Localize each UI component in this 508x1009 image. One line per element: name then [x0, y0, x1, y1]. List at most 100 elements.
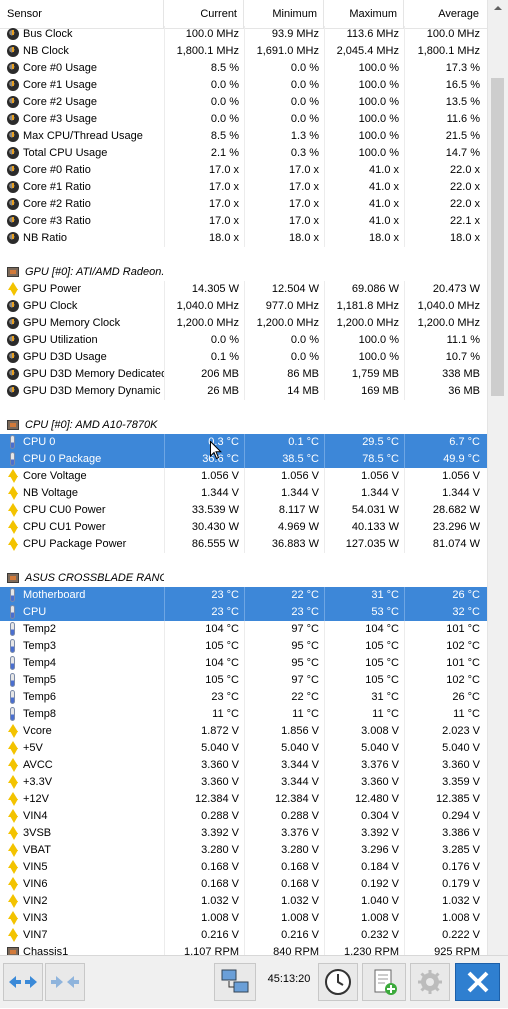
- close-icon[interactable]: [455, 963, 500, 1001]
- sensor-label: Motherboard: [23, 589, 86, 601]
- column-header-maximum[interactable]: Maximum: [324, 0, 404, 28]
- table-row[interactable]: GPU Memory Clock 1,200.0 MHz 1,200.0 MHz 1,…: [0, 315, 487, 332]
- table-row[interactable]: VIN7 0.216 V 0.216 V 0.232 V 0.222 V: [0, 927, 487, 944]
- thermometer-icon: [10, 673, 15, 687]
- table-row[interactable]: Core #2 Usage 0.0 % 0.0 % 100.0 % 13.5 %: [0, 94, 487, 111]
- expand-collapse-icon[interactable]: [3, 963, 43, 1001]
- minimum-value: 23 °C: [244, 604, 324, 621]
- table-row[interactable]: Motherboard 23 °C 22 °C 31 °C 26 °C: [0, 587, 487, 604]
- sensor-group-row[interactable]: CPU [#0]: AMD A10-7870K: [0, 417, 487, 434]
- table-row[interactable]: CPU 0 0.3 °C 0.1 °C 29.5 °C 6.7 °C: [0, 434, 487, 451]
- maximum-value: 41.0 x: [324, 196, 404, 213]
- table-row[interactable]: GPU Utilization 0.0 % 0.0 % 100.0 % 11.1 %: [0, 332, 487, 349]
- maximum-value: 1,230 RPM: [324, 944, 404, 955]
- table-row[interactable]: NB Ratio 18.0 x 18.0 x 18.0 x 18.0 x: [0, 230, 487, 247]
- table-row[interactable]: CPU Package Power 86.555 W 36.883 W 127.035…: [0, 536, 487, 553]
- table-row[interactable]: Temp5 105 °C 97 °C 105 °C 102 °C: [0, 672, 487, 689]
- add-report-icon[interactable]: [362, 963, 406, 1001]
- sensor-label: GPU [#0]: ATI/AMD Radeon...: [25, 266, 164, 278]
- sensor-label: GPU Power: [23, 283, 82, 295]
- clock-icon[interactable]: [318, 963, 358, 1001]
- table-row[interactable]: Chassis1 1,107 RPM 840 RPM 1,230 RPM 925 RPM: [0, 944, 487, 955]
- table-row[interactable]: CPU CU1 Power 30.430 W 4.969 W 40.133 W 23.2…: [0, 519, 487, 536]
- table-row[interactable]: +5V 5.040 V 5.040 V 5.040 V 5.040 V: [0, 740, 487, 757]
- sensor-group-row[interactable]: ASUS CROSSBLADE RANGE...: [0, 570, 487, 587]
- scroll-up-arrow-icon[interactable]: [488, 0, 508, 17]
- sensor-group-row[interactable]: GPU [#0]: ATI/AMD Radeon...: [0, 264, 487, 281]
- sensor-name-cell: Core #0 Ratio: [0, 162, 164, 179]
- maximum-value: 1,181.8 MHz: [324, 298, 404, 315]
- average-value: 2.023 V: [404, 723, 487, 740]
- table-row[interactable]: Core #3 Usage 0.0 % 0.0 % 100.0 % 11.6 %: [0, 111, 487, 128]
- network-icon[interactable]: [214, 963, 256, 1001]
- table-row[interactable]: VIN2 1.032 V 1.032 V 1.040 V 1.032 V: [0, 893, 487, 910]
- column-header-current[interactable]: Current: [164, 0, 244, 28]
- table-row[interactable]: Core #2 Ratio 17.0 x 17.0 x 41.0 x 22.0 x: [0, 196, 487, 213]
- table-row[interactable]: Temp4 104 °C 95 °C 105 °C 101 °C: [0, 655, 487, 672]
- column-header-minimum[interactable]: Minimum: [244, 0, 324, 28]
- current-value: 17.0 x: [164, 196, 244, 213]
- table-row[interactable]: Core #1 Usage 0.0 % 0.0 % 100.0 % 16.5 %: [0, 77, 487, 94]
- sensor-label: GPU D3D Memory Dedicated: [23, 368, 164, 380]
- current-value: 104 °C: [164, 655, 244, 672]
- current-value: 5.040 V: [164, 740, 244, 757]
- table-row[interactable]: NB Voltage 1.344 V 1.344 V 1.344 V 1.344 V: [0, 485, 487, 502]
- table-row[interactable]: VIN5 0.168 V 0.168 V 0.184 V 0.176 V: [0, 859, 487, 876]
- table-row[interactable]: Total CPU Usage 2.1 % 0.3 % 100.0 % 14.7 %: [0, 145, 487, 162]
- vertical-scrollbar[interactable]: [487, 0, 508, 955]
- table-row[interactable]: Temp3 105 °C 95 °C 105 °C 102 °C: [0, 638, 487, 655]
- table-row[interactable]: Temp6 23 °C 22 °C 31 °C 26 °C: [0, 689, 487, 706]
- table-row[interactable]: CPU CU0 Power 33.539 W 8.117 W 54.031 W 28.6…: [0, 502, 487, 519]
- maximum-value: 100.0 %: [324, 349, 404, 366]
- fan-icon: [7, 947, 19, 955]
- current-value: 3.360 V: [164, 757, 244, 774]
- average-value: 22.0 x: [404, 196, 487, 213]
- settings-icon[interactable]: [410, 963, 450, 1001]
- table-row[interactable]: VIN4 0.288 V 0.288 V 0.304 V 0.294 V: [0, 808, 487, 825]
- minimum-value: 4.969 W: [244, 519, 324, 536]
- table-row[interactable]: +12V 12.384 V 12.384 V 12.480 V 12.385 V: [0, 791, 487, 808]
- table-row[interactable]: Core #3 Ratio 17.0 x 17.0 x 41.0 x 22.1 x: [0, 213, 487, 230]
- table-row[interactable]: +3.3V 3.360 V 3.344 V 3.360 V 3.359 V: [0, 774, 487, 791]
- minimum-value: 0.216 V: [244, 927, 324, 944]
- sensor-name-cell: Core #3 Ratio: [0, 213, 164, 230]
- table-row[interactable]: Core #0 Ratio 17.0 x 17.0 x 41.0 x 22.0 x: [0, 162, 487, 179]
- table-row[interactable]: GPU Power 14.305 W 12.504 W 69.086 W 20.473 …: [0, 281, 487, 298]
- table-row[interactable]: CPU 0 Package 36.6 °C 38.5 °C 78.5 °C 49.9 °…: [0, 451, 487, 468]
- collapse-icon[interactable]: [45, 963, 85, 1001]
- table-row[interactable]: Temp2 104 °C 97 °C 104 °C 101 °C: [0, 621, 487, 638]
- table-row[interactable]: GPU D3D Memory Dynamic 26 MB 14 MB 169 MB 36…: [0, 383, 487, 400]
- table-row[interactable]: Bus Clock 100.0 MHz 93.9 MHz 113.6 MHz 100.0…: [0, 26, 487, 43]
- table-row[interactable]: VIN6 0.168 V 0.168 V 0.192 V 0.179 V: [0, 876, 487, 893]
- table-row[interactable]: Core Voltage 1.056 V 1.056 V 1.056 V 1.056 V: [0, 468, 487, 485]
- bolt-icon: [8, 537, 18, 551]
- table-row[interactable]: Core #1 Ratio 17.0 x 17.0 x 41.0 x 22.0 x: [0, 179, 487, 196]
- average-value: 32 °C: [404, 604, 487, 621]
- table-row[interactable]: VBAT 3.280 V 3.280 V 3.296 V 3.285 V: [0, 842, 487, 859]
- scroll-thumb[interactable]: [491, 78, 504, 396]
- table-row[interactable]: CPU 23 °C 23 °C 53 °C 32 °C: [0, 604, 487, 621]
- maximum-value: 18.0 x: [324, 230, 404, 247]
- sensor-label: Core #1 Ratio: [23, 181, 91, 193]
- sensor-name-cell: +5V: [0, 740, 164, 757]
- table-row[interactable]: Max CPU/Thread Usage 8.5 % 1.3 % 100.0 % 21.…: [0, 128, 487, 145]
- table-row[interactable]: VIN3 1.008 V 1.008 V 1.008 V 1.008 V: [0, 910, 487, 927]
- table-row[interactable]: Core #0 Usage 8.5 % 0.0 % 100.0 % 17.3 %: [0, 60, 487, 77]
- average-value: 3.386 V: [404, 825, 487, 842]
- average-value: 13.5 %: [404, 94, 487, 111]
- table-row[interactable]: GPU D3D Usage 0.1 % 0.0 % 100.0 % 10.7 %: [0, 349, 487, 366]
- table-row[interactable]: 3VSB 3.392 V 3.376 V 3.392 V 3.386 V: [0, 825, 487, 842]
- table-row[interactable]: GPU D3D Memory Dedicated 206 MB 86 MB 1,759…: [0, 366, 487, 383]
- table-row[interactable]: AVCC 3.360 V 3.344 V 3.376 V 3.360 V: [0, 757, 487, 774]
- table-row[interactable]: Temp8 11 °C 11 °C 11 °C 11 °C: [0, 706, 487, 723]
- table-row[interactable]: GPU Clock 1,040.0 MHz 977.0 MHz 1,181.8 MHz…: [0, 298, 487, 315]
- table-row[interactable]: NB Clock 1,800.1 MHz 1,691.0 MHz 2,045.4 MH…: [0, 43, 487, 60]
- sensor-label: Core #3 Usage: [23, 113, 97, 125]
- table-row[interactable]: Vcore 1.872 V 1.856 V 3.008 V 2.023 V: [0, 723, 487, 740]
- sensor-name-cell: NB Voltage: [0, 485, 164, 502]
- clock-icon: [7, 300, 19, 312]
- thermometer-icon: [10, 656, 15, 670]
- column-header-average[interactable]: Average: [404, 0, 487, 28]
- average-value: 1,800.1 MHz: [404, 43, 487, 60]
- column-header-sensor[interactable]: Sensor: [0, 0, 164, 28]
